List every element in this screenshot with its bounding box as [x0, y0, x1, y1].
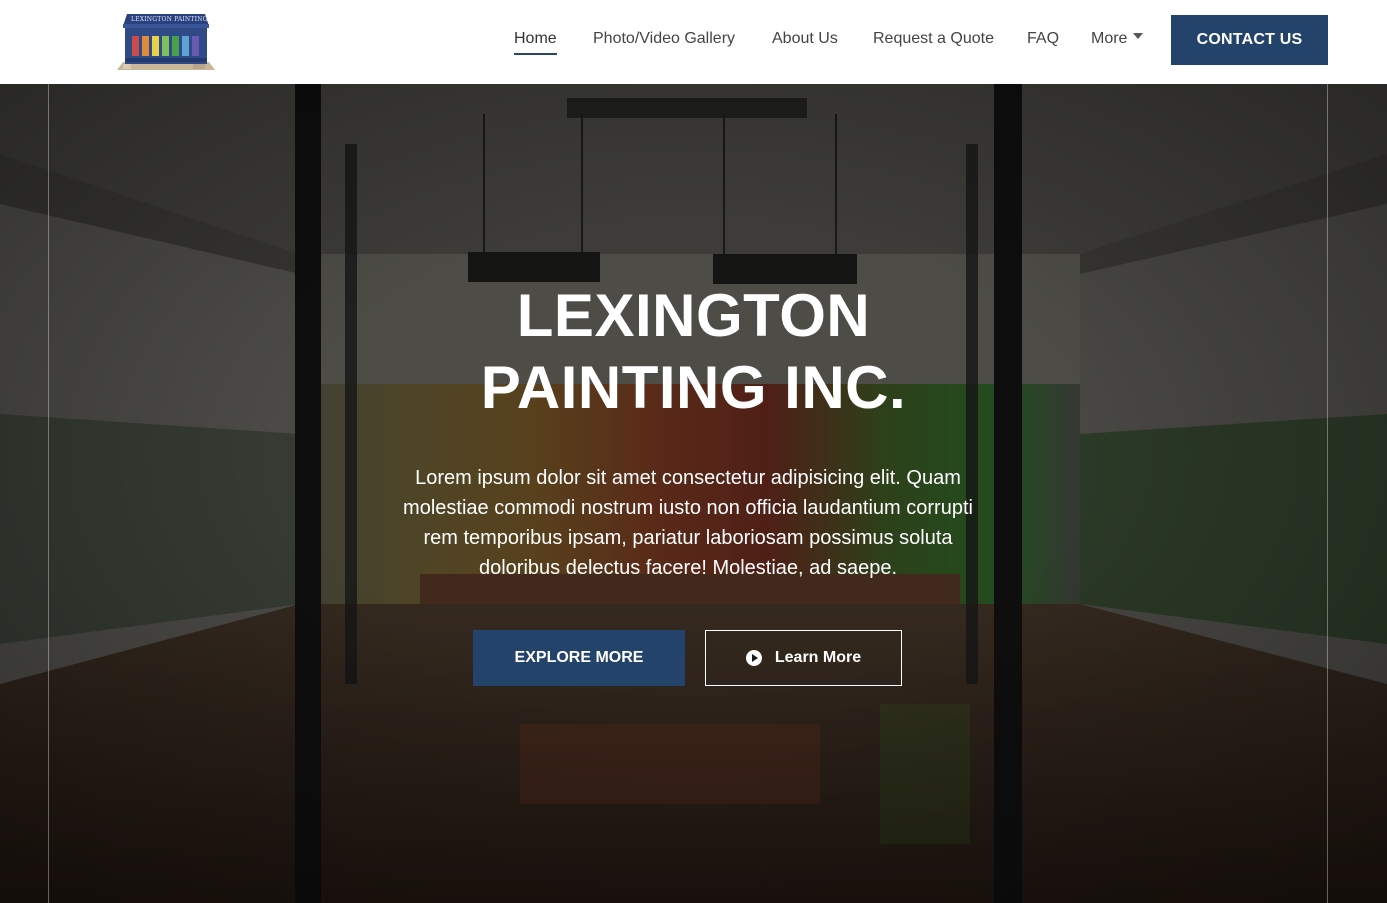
- nav-gallery-link[interactable]: Photo/Video Gallery: [593, 30, 735, 48]
- nav-about-link[interactable]: About Us: [772, 30, 838, 48]
- play-circle-icon: [745, 650, 762, 666]
- explore-more-button[interactable]: EXPLORE MORE: [473, 630, 685, 686]
- nav-more-label: More: [1091, 30, 1128, 47]
- nav-quote-link[interactable]: Request a Quote: [873, 30, 994, 48]
- hero-title-line2: PAINTING INC.: [480, 354, 907, 421]
- caret-down-icon: [1133, 32, 1144, 39]
- main-nav: Home Photo/Video Gallery About Us Reques…: [0, 0, 1387, 80]
- nav-faq-link[interactable]: FAQ: [1027, 30, 1059, 48]
- hero-title-line1: LEXINGTON: [516, 282, 871, 349]
- hero-frame-right-line: [1327, 84, 1328, 903]
- hero-title: LEXINGTON PAINTING INC.: [0, 280, 1387, 424]
- nav-home-link[interactable]: Home: [514, 30, 557, 55]
- contact-us-button[interactable]: CONTACT US: [1171, 15, 1328, 65]
- site-header: LEXINGTON PAINTING Home Photo/Video Gall…: [0, 0, 1387, 84]
- hero-description: Lorem ipsum dolor sit amet consectetur a…: [403, 467, 973, 579]
- learn-more-label: Learn More: [774, 649, 862, 666]
- hero-frame-left-line: [48, 84, 49, 903]
- learn-more-button[interactable]: Learn More: [705, 630, 902, 686]
- nav-more-dropdown[interactable]: More: [1091, 30, 1144, 48]
